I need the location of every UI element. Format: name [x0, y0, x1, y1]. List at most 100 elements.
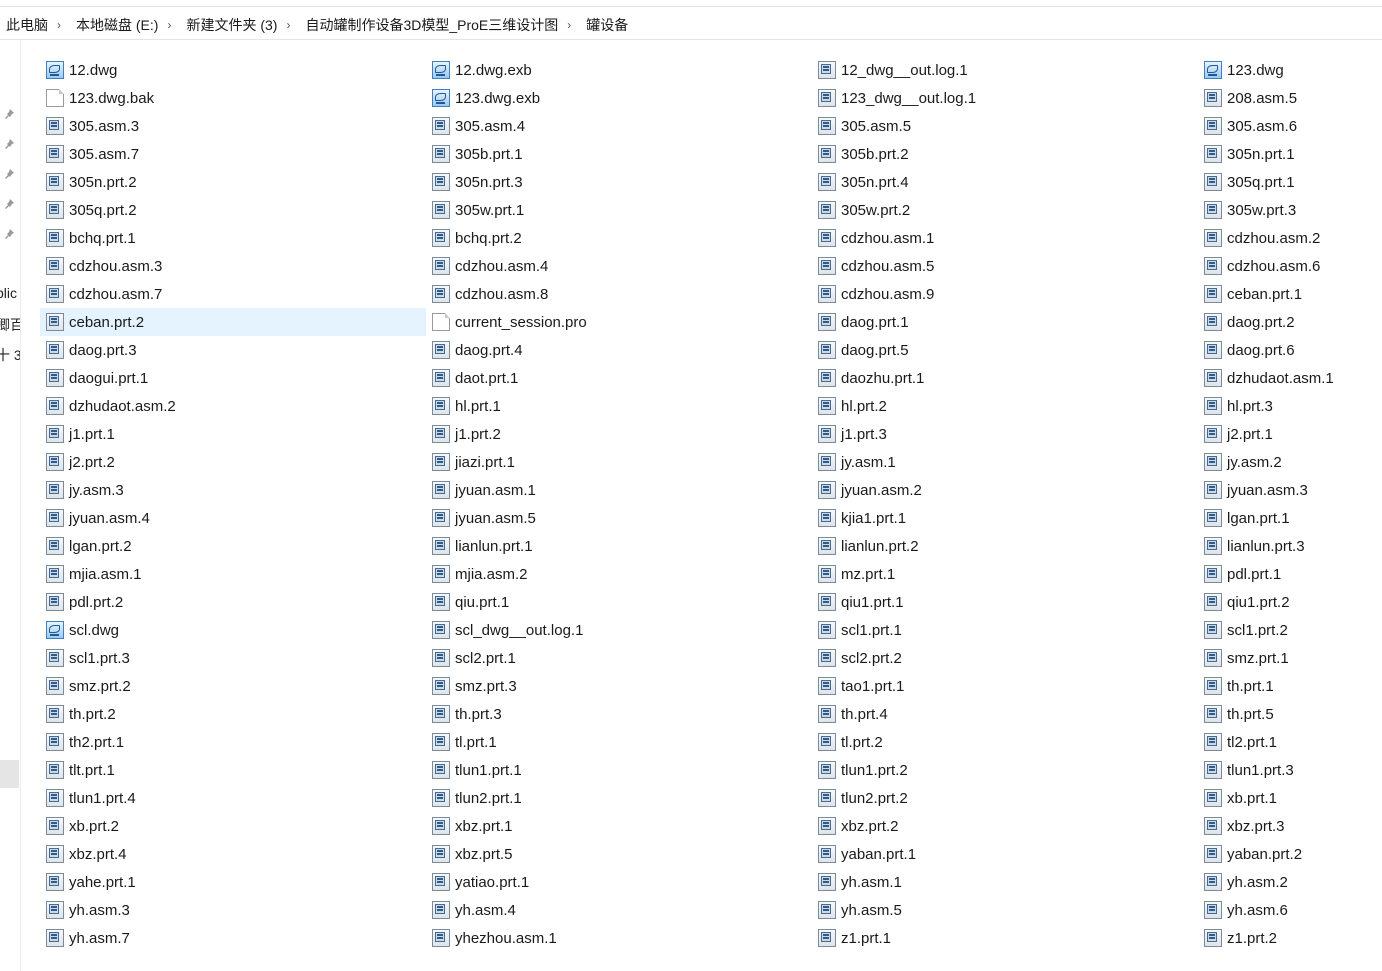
file-item[interactable]: kjia1.prt.1 — [812, 504, 1198, 532]
file-item[interactable]: jy.asm.1 — [812, 448, 1198, 476]
file-item[interactable]: daog.prt.3 — [40, 336, 426, 364]
file-item[interactable]: smz.prt.2 — [40, 672, 426, 700]
breadcrumb-item[interactable]: 罐设备 — [580, 15, 628, 35]
file-item[interactable]: cdzhou.asm.6 — [1198, 252, 1382, 280]
file-item[interactable]: cdzhou.asm.1 — [812, 224, 1198, 252]
file-item[interactable]: tl2.prt.1 — [1198, 728, 1382, 756]
file-item[interactable]: 123_dwg__out.log.1 — [812, 84, 1198, 112]
file-item[interactable]: xb.prt.2 — [40, 812, 426, 840]
nav-item-label[interactable]: blic — [0, 285, 17, 301]
file-item[interactable]: daog.prt.2 — [1198, 308, 1382, 336]
file-item[interactable]: cdzhou.asm.8 — [426, 280, 812, 308]
file-item[interactable]: th2.prt.1 — [40, 728, 426, 756]
file-item[interactable]: pdl.prt.1 — [1198, 560, 1382, 588]
breadcrumb-item[interactable]: 此电脑 — [0, 15, 48, 35]
file-item[interactable]: jy.asm.3 — [40, 476, 426, 504]
file-item[interactable]: daog.prt.5 — [812, 336, 1198, 364]
file-item[interactable]: qiu1.prt.1 — [812, 588, 1198, 616]
file-item[interactable]: 305n.prt.2 — [40, 168, 426, 196]
file-item[interactable]: cdzhou.asm.7 — [40, 280, 426, 308]
file-item[interactable]: j2.prt.1 — [1198, 420, 1382, 448]
file-item[interactable]: tao1.prt.1 — [812, 672, 1198, 700]
file-item[interactable]: scl2.prt.1 — [426, 644, 812, 672]
file-item[interactable]: qiu.prt.1 — [426, 588, 812, 616]
file-item[interactable]: tl.prt.1 — [426, 728, 812, 756]
file-item[interactable]: pdl.prt.2 — [40, 588, 426, 616]
file-item[interactable]: lianlun.prt.3 — [1198, 532, 1382, 560]
file-item[interactable]: cdzhou.asm.3 — [40, 252, 426, 280]
file-item[interactable]: yh.asm.2 — [1198, 868, 1382, 896]
file-item[interactable]: jyuan.asm.3 — [1198, 476, 1382, 504]
file-item[interactable]: bchq.prt.1 — [40, 224, 426, 252]
nav-item-label[interactable]: 卿百 — [0, 315, 20, 335]
file-item[interactable]: daogui.prt.1 — [40, 364, 426, 392]
file-item[interactable]: dzhudaot.asm.1 — [1198, 364, 1382, 392]
file-item[interactable]: tl.prt.2 — [812, 728, 1198, 756]
pin-icon[interactable] — [2, 198, 16, 212]
file-item[interactable]: xbz.prt.5 — [426, 840, 812, 868]
file-item[interactable]: tlun2.prt.1 — [426, 784, 812, 812]
file-item[interactable]: 305w.prt.2 — [812, 196, 1198, 224]
file-item[interactable]: xb.prt.1 — [1198, 784, 1382, 812]
file-item[interactable]: 305b.prt.2 — [812, 140, 1198, 168]
file-item[interactable]: current_session.pro — [426, 308, 812, 336]
file-item[interactable]: qiu1.prt.2 — [1198, 588, 1382, 616]
file-item[interactable]: j2.prt.2 — [40, 448, 426, 476]
file-item[interactable]: scl2.prt.2 — [812, 644, 1198, 672]
file-item[interactable]: jyuan.asm.1 — [426, 476, 812, 504]
file-item[interactable]: daozhu.prt.1 — [812, 364, 1198, 392]
chevron-right-icon[interactable]: › — [277, 18, 299, 32]
file-item[interactable]: th.prt.4 — [812, 700, 1198, 728]
file-item[interactable]: j1.prt.1 — [40, 420, 426, 448]
file-item[interactable]: ceban.prt.2 — [40, 308, 426, 336]
file-item[interactable]: scl1.prt.1 — [812, 616, 1198, 644]
chevron-right-icon[interactable]: › — [158, 18, 180, 32]
file-item[interactable]: jyuan.asm.5 — [426, 504, 812, 532]
file-item[interactable]: scl1.prt.2 — [1198, 616, 1382, 644]
navigation-pane[interactable]: blic 卿百十 3 — [0, 40, 20, 971]
pin-icon[interactable] — [2, 168, 16, 182]
file-item[interactable]: bchq.prt.2 — [426, 224, 812, 252]
file-item[interactable]: 305n.prt.3 — [426, 168, 812, 196]
pin-icon[interactable] — [2, 138, 16, 152]
file-item[interactable]: j1.prt.2 — [426, 420, 812, 448]
chevron-right-icon[interactable]: › — [558, 18, 580, 32]
file-item[interactable]: 305w.prt.1 — [426, 196, 812, 224]
breadcrumb-item[interactable]: 自动罐制作设备3D模型_ProE三维设计图 — [299, 15, 558, 35]
file-item[interactable]: 123.dwg.exb — [426, 84, 812, 112]
file-item[interactable]: tlun1.prt.2 — [812, 756, 1198, 784]
file-item[interactable]: 305.asm.6 — [1198, 112, 1382, 140]
file-item[interactable]: 305.asm.3 — [40, 112, 426, 140]
file-item[interactable]: th.prt.2 — [40, 700, 426, 728]
file-item[interactable]: 305.asm.5 — [812, 112, 1198, 140]
file-item[interactable]: cdzhou.asm.4 — [426, 252, 812, 280]
file-item[interactable]: xbz.prt.4 — [40, 840, 426, 868]
file-item[interactable]: yatiao.prt.1 — [426, 868, 812, 896]
file-item[interactable]: jyuan.asm.4 — [40, 504, 426, 532]
file-item[interactable]: tlt.prt.1 — [40, 756, 426, 784]
file-item[interactable]: jyuan.asm.2 — [812, 476, 1198, 504]
file-item[interactable]: th.prt.3 — [426, 700, 812, 728]
file-item[interactable]: yh.asm.6 — [1198, 896, 1382, 924]
file-item[interactable]: 123.dwg — [1198, 56, 1382, 84]
file-item[interactable]: daog.prt.1 — [812, 308, 1198, 336]
file-item[interactable]: smz.prt.1 — [1198, 644, 1382, 672]
file-item[interactable]: j1.prt.3 — [812, 420, 1198, 448]
file-item[interactable]: tlun1.prt.4 — [40, 784, 426, 812]
file-item[interactable]: 12.dwg.exb — [426, 56, 812, 84]
file-item[interactable]: xbz.prt.1 — [426, 812, 812, 840]
breadcrumb[interactable]: 此电脑 › 本地磁盘 (E:) › 新建文件夹 (3) › 自动罐制作设备3D模型_ProE… — [0, 12, 1382, 38]
file-item[interactable]: lgan.prt.1 — [1198, 504, 1382, 532]
file-item[interactable]: th.prt.5 — [1198, 700, 1382, 728]
file-item[interactable]: scl1.prt.3 — [40, 644, 426, 672]
breadcrumb-item[interactable]: 本地磁盘 (E:) — [70, 15, 158, 35]
file-item[interactable]: yh.asm.4 — [426, 896, 812, 924]
file-item[interactable]: 12.dwg — [40, 56, 426, 84]
file-item[interactable]: 305n.prt.4 — [812, 168, 1198, 196]
file-item[interactable]: 305q.prt.1 — [1198, 168, 1382, 196]
file-item[interactable]: yhezhou.asm.1 — [426, 924, 812, 952]
file-item[interactable]: daog.prt.4 — [426, 336, 812, 364]
breadcrumb-item[interactable]: 新建文件夹 (3) — [180, 15, 277, 35]
file-item[interactable]: xbz.prt.3 — [1198, 812, 1382, 840]
file-item[interactable]: dzhudaot.asm.2 — [40, 392, 426, 420]
